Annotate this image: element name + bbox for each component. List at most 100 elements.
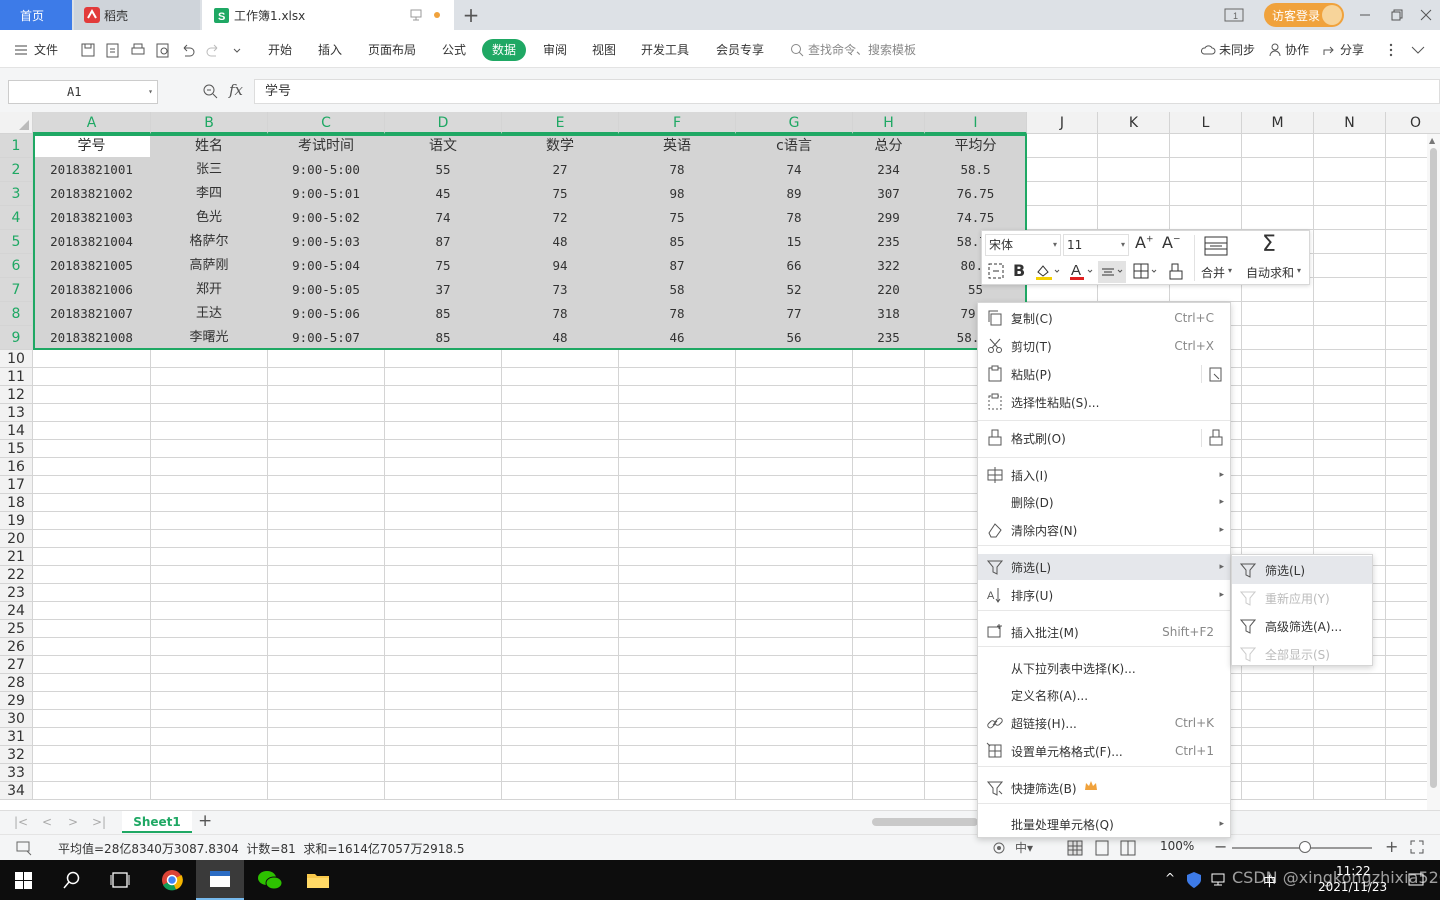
wechat-icon[interactable] — [257, 869, 283, 891]
empty-cell[interactable] — [385, 440, 502, 458]
empty-cell[interactable] — [1314, 440, 1386, 458]
context-item-5[interactable]: 插入(I) ▸ — [978, 462, 1230, 488]
row-header-6[interactable]: 6 — [0, 254, 33, 278]
empty-cell[interactable] — [268, 764, 385, 782]
empty-cell[interactable] — [502, 476, 619, 494]
row-header-26[interactable]: 26 — [0, 638, 33, 656]
empty-cell[interactable] — [268, 458, 385, 476]
row-header-9[interactable]: 9 — [0, 326, 33, 350]
page-break-view-icon[interactable] — [1120, 840, 1136, 856]
empty-cell[interactable] — [1242, 674, 1314, 692]
empty-cell[interactable] — [151, 782, 268, 800]
empty-cell[interactable] — [33, 386, 151, 404]
empty-cell[interactable] — [385, 638, 502, 656]
redo-icon[interactable] — [205, 40, 221, 60]
empty-cell[interactable] — [619, 368, 736, 386]
borders-icon[interactable] — [1133, 263, 1159, 281]
restore-icon[interactable] — [1390, 0, 1404, 30]
filter-submenu-item-0[interactable]: 筛选(L) — [1232, 556, 1372, 584]
guest-login-button[interactable]: 访客登录 — [1264, 3, 1344, 27]
share-button[interactable]: 分享 — [1321, 40, 1364, 60]
empty-cell[interactable] — [619, 638, 736, 656]
empty-cell[interactable] — [1314, 278, 1386, 302]
empty-cell[interactable] — [736, 620, 853, 638]
table-cell[interactable]: 48 — [502, 230, 619, 254]
empty-cell[interactable] — [33, 530, 151, 548]
empty-cell[interactable] — [619, 530, 736, 548]
table-cell[interactable]: 72 — [502, 206, 619, 230]
row-header-23[interactable]: 23 — [0, 584, 33, 602]
empty-cell[interactable] — [1242, 764, 1314, 782]
row-header-18[interactable]: 18 — [0, 494, 33, 512]
empty-cell[interactable] — [502, 656, 619, 674]
table-cell[interactable]: 王达 — [151, 302, 268, 326]
empty-cell[interactable] — [853, 476, 925, 494]
empty-cell[interactable] — [385, 710, 502, 728]
empty-cell[interactable] — [502, 548, 619, 566]
empty-cell[interactable] — [1242, 350, 1314, 368]
filter-submenu-item-2[interactable]: 高级筛选(A)... — [1232, 612, 1372, 640]
empty-cell[interactable] — [1098, 206, 1170, 230]
empty-cell[interactable] — [1314, 530, 1386, 548]
table-cell[interactable]: 78 — [619, 302, 736, 326]
context-item-12[interactable]: 定义名称(A)... — [978, 682, 1230, 708]
table-cell[interactable]: 20183821004 — [33, 230, 151, 254]
empty-cell[interactable] — [853, 656, 925, 674]
sheet-tab-sheet1[interactable]: Sheet1 — [122, 811, 192, 833]
empty-cell[interactable] — [385, 782, 502, 800]
column-header-d[interactable]: D — [385, 112, 502, 134]
empty-cell[interactable] — [853, 494, 925, 512]
minimize-icon[interactable] — [1358, 0, 1372, 30]
row-header-25[interactable]: 25 — [0, 620, 33, 638]
merge-label[interactable]: 合并 — [1201, 264, 1225, 281]
empty-cell[interactable] — [736, 602, 853, 620]
table-header-cell[interactable]: 考试时间 — [268, 134, 385, 158]
sync-status[interactable]: 未同步 — [1200, 40, 1255, 60]
empty-cell[interactable] — [33, 602, 151, 620]
table-cell[interactable]: 9:00-5:02 — [268, 206, 385, 230]
empty-cell[interactable] — [619, 350, 736, 368]
empty-cell[interactable] — [33, 620, 151, 638]
empty-cell[interactable] — [151, 530, 268, 548]
empty-cell[interactable] — [619, 476, 736, 494]
empty-cell[interactable] — [33, 746, 151, 764]
empty-cell[interactable] — [151, 620, 268, 638]
row-header-1[interactable]: 1 — [0, 134, 33, 158]
empty-cell[interactable] — [853, 530, 925, 548]
empty-cell[interactable] — [1027, 158, 1098, 182]
empty-cell[interactable] — [502, 728, 619, 746]
column-header-i[interactable]: I — [925, 112, 1027, 134]
fullscreen-icon[interactable] — [1410, 840, 1424, 854]
empty-cell[interactable] — [1314, 302, 1386, 326]
command-search[interactable]: 查找命令、搜索模板 — [790, 40, 916, 60]
column-header-k[interactable]: K — [1098, 112, 1170, 134]
row-header-5[interactable]: 5 — [0, 230, 33, 254]
empty-cell[interactable] — [502, 674, 619, 692]
empty-cell[interactable] — [1314, 710, 1386, 728]
filter-submenu-item-1[interactable]: 重新应用(Y) — [1232, 584, 1372, 612]
clear-format-icon[interactable] — [987, 262, 1005, 280]
row-header-29[interactable]: 29 — [0, 692, 33, 710]
table-cell[interactable]: 78 — [736, 206, 853, 230]
empty-cell[interactable] — [268, 674, 385, 692]
empty-cell[interactable] — [619, 386, 736, 404]
table-cell[interactable]: 格萨尔 — [151, 230, 268, 254]
empty-cell[interactable] — [853, 548, 925, 566]
column-header-n[interactable]: N — [1314, 112, 1386, 134]
select-all-corner[interactable] — [0, 112, 33, 134]
table-cell[interactable]: 9:00-5:03 — [268, 230, 385, 254]
empty-cell[interactable] — [385, 566, 502, 584]
table-cell[interactable]: 48 — [502, 326, 619, 350]
empty-cell[interactable] — [33, 494, 151, 512]
empty-cell[interactable] — [502, 566, 619, 584]
empty-cell[interactable] — [502, 440, 619, 458]
empty-cell[interactable] — [1170, 182, 1242, 206]
empty-cell[interactable] — [1314, 782, 1386, 800]
empty-cell[interactable] — [151, 710, 268, 728]
empty-cell[interactable] — [1242, 422, 1314, 440]
empty-cell[interactable] — [619, 746, 736, 764]
format-painter-icon[interactable] — [1168, 263, 1184, 281]
row-header-4[interactable]: 4 — [0, 206, 33, 230]
empty-cell[interactable] — [1242, 710, 1314, 728]
empty-cell[interactable] — [385, 764, 502, 782]
